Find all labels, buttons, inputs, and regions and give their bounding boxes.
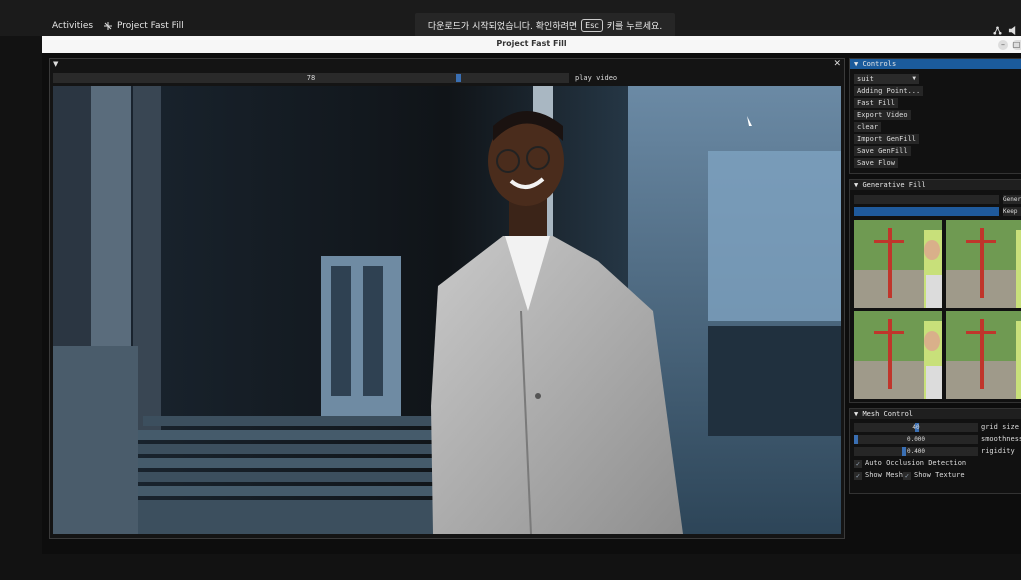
window-title: Project Fast Fill <box>496 39 567 48</box>
system-tray[interactable] <box>993 20 1017 35</box>
collapse-icon[interactable]: ▼ <box>53 60 58 68</box>
progress-bar <box>854 207 999 216</box>
show-mesh-label: Show Mesh <box>865 471 903 479</box>
activities-button[interactable]: Activities <box>52 21 93 31</box>
generative-fill-title: Generative Fill <box>862 181 926 189</box>
app-menu[interactable]: Project Fast Fill <box>103 21 184 31</box>
volume-icon[interactable] <box>1008 20 1017 35</box>
mask-select-value: suit <box>857 75 874 83</box>
app-icon <box>104 22 112 30</box>
frame-slider-value: 78 <box>306 74 316 82</box>
show-texture-checkbox[interactable]: ✓ Show Texture <box>903 471 965 480</box>
slider-grab[interactable] <box>902 447 906 456</box>
toast-key: Esc <box>581 18 603 32</box>
toast-text-after: 키를 누르세요. <box>606 21 663 32</box>
clear-button[interactable]: clear <box>854 122 882 132</box>
building-window <box>363 266 383 396</box>
maximize-icon[interactable]: □ <box>1012 40 1021 50</box>
generated-thumbnail[interactable] <box>854 311 942 399</box>
smoothness-slider[interactable]: 0.000 <box>854 435 978 444</box>
generated-thumbnail[interactable] <box>854 220 942 308</box>
keep-button[interactable]: Keep <box>1003 207 1021 216</box>
rigidity-value: 0.400 <box>906 448 926 455</box>
railing-wall <box>53 346 138 534</box>
generative-fill-panel: ▼ Generative Fill Generate Keep <box>849 179 1021 403</box>
controls-header[interactable]: ▼ Controls <box>850 59 1021 69</box>
show-mesh-checkbox[interactable]: ✓ Show Mesh <box>854 471 903 480</box>
video-panel: ▼ ✕ 78 play video <box>49 58 845 539</box>
app-window: Project Fast Fill – □ ▼ ✕ 78 play video <box>42 36 1021 554</box>
mesh-control-title: Mesh Control <box>862 410 914 418</box>
export-video-button[interactable]: Export Video <box>854 110 911 120</box>
grid-size-value: 40 <box>912 424 920 431</box>
frame-slider[interactable]: 78 <box>53 73 569 83</box>
app-menu-label: Project Fast Fill <box>117 21 184 31</box>
network-icon[interactable] <box>993 20 1002 35</box>
mesh-control-header[interactable]: ▼ Mesh Control <box>850 409 1021 419</box>
chevron-down-icon: ▼ <box>912 75 916 82</box>
save-genfill-button[interactable]: Save GenFill <box>854 146 911 156</box>
checkmark-icon: ✓ <box>854 471 862 480</box>
controls-panel: ▼ Controls suit ▼ Adding Point... Fast F… <box>849 58 1021 174</box>
rigidity-slider[interactable]: 0.400 <box>854 447 978 456</box>
controls-title: Controls <box>862 60 897 68</box>
prompt-input[interactable] <box>854 195 999 204</box>
toast-text-before: 다운로드가 시작되었습니다. 확인하려면 <box>427 21 578 32</box>
video-frame[interactable] <box>53 86 841 534</box>
mask-select[interactable]: suit ▼ <box>854 74 919 84</box>
save-flow-button[interactable]: Save Flow <box>854 158 898 168</box>
minimize-icon[interactable]: – <box>998 40 1008 50</box>
adding-point-button[interactable]: Adding Point... <box>854 86 924 96</box>
os-top-bar: Activities Project Fast Fill 다운로드가 시작되었습… <box>0 0 1021 37</box>
window-titlebar[interactable]: Project Fast Fill – □ <box>42 36 1021 53</box>
building-window <box>708 326 841 436</box>
import-genfill-button[interactable]: Import GenFill <box>854 134 920 144</box>
checkmark-icon: ✓ <box>903 471 911 480</box>
generated-thumbnail[interactable] <box>946 311 1021 399</box>
generate-button[interactable]: Generate <box>1003 195 1021 204</box>
grid-size-slider[interactable]: 40 <box>854 423 978 432</box>
smoothness-value: 0.000 <box>906 436 926 443</box>
smoothness-label: smoothness <box>981 435 1021 443</box>
play-video-label[interactable]: play video <box>575 73 617 83</box>
mesh-control-panel: ▼ Mesh Control 40 grid size 0.000 smooth… <box>849 408 1021 494</box>
show-texture-label: Show Texture <box>914 471 965 479</box>
generative-fill-header[interactable]: ▼ Generative Fill <box>850 180 1021 190</box>
building-window <box>708 151 841 321</box>
stairs <box>113 416 473 534</box>
rigidity-label: rigidity <box>981 447 1015 455</box>
slider-grab[interactable] <box>854 435 858 444</box>
generated-thumbnail[interactable] <box>946 220 1021 308</box>
checkmark-icon: ✓ <box>854 459 862 468</box>
building-window <box>331 266 351 396</box>
auto-occlusion-label: Auto Occlusion Detection <box>865 459 967 467</box>
grid-size-label: grid size <box>981 423 1019 431</box>
download-toast: 다운로드가 시작되었습니다. 확인하려면 Esc 키를 누르세요. <box>415 13 675 37</box>
auto-occlusion-checkbox[interactable]: ✓ Auto Occlusion Detection <box>854 459 966 468</box>
close-icon[interactable]: ✕ <box>833 59 841 69</box>
fast-fill-button[interactable]: Fast Fill <box>854 98 898 108</box>
